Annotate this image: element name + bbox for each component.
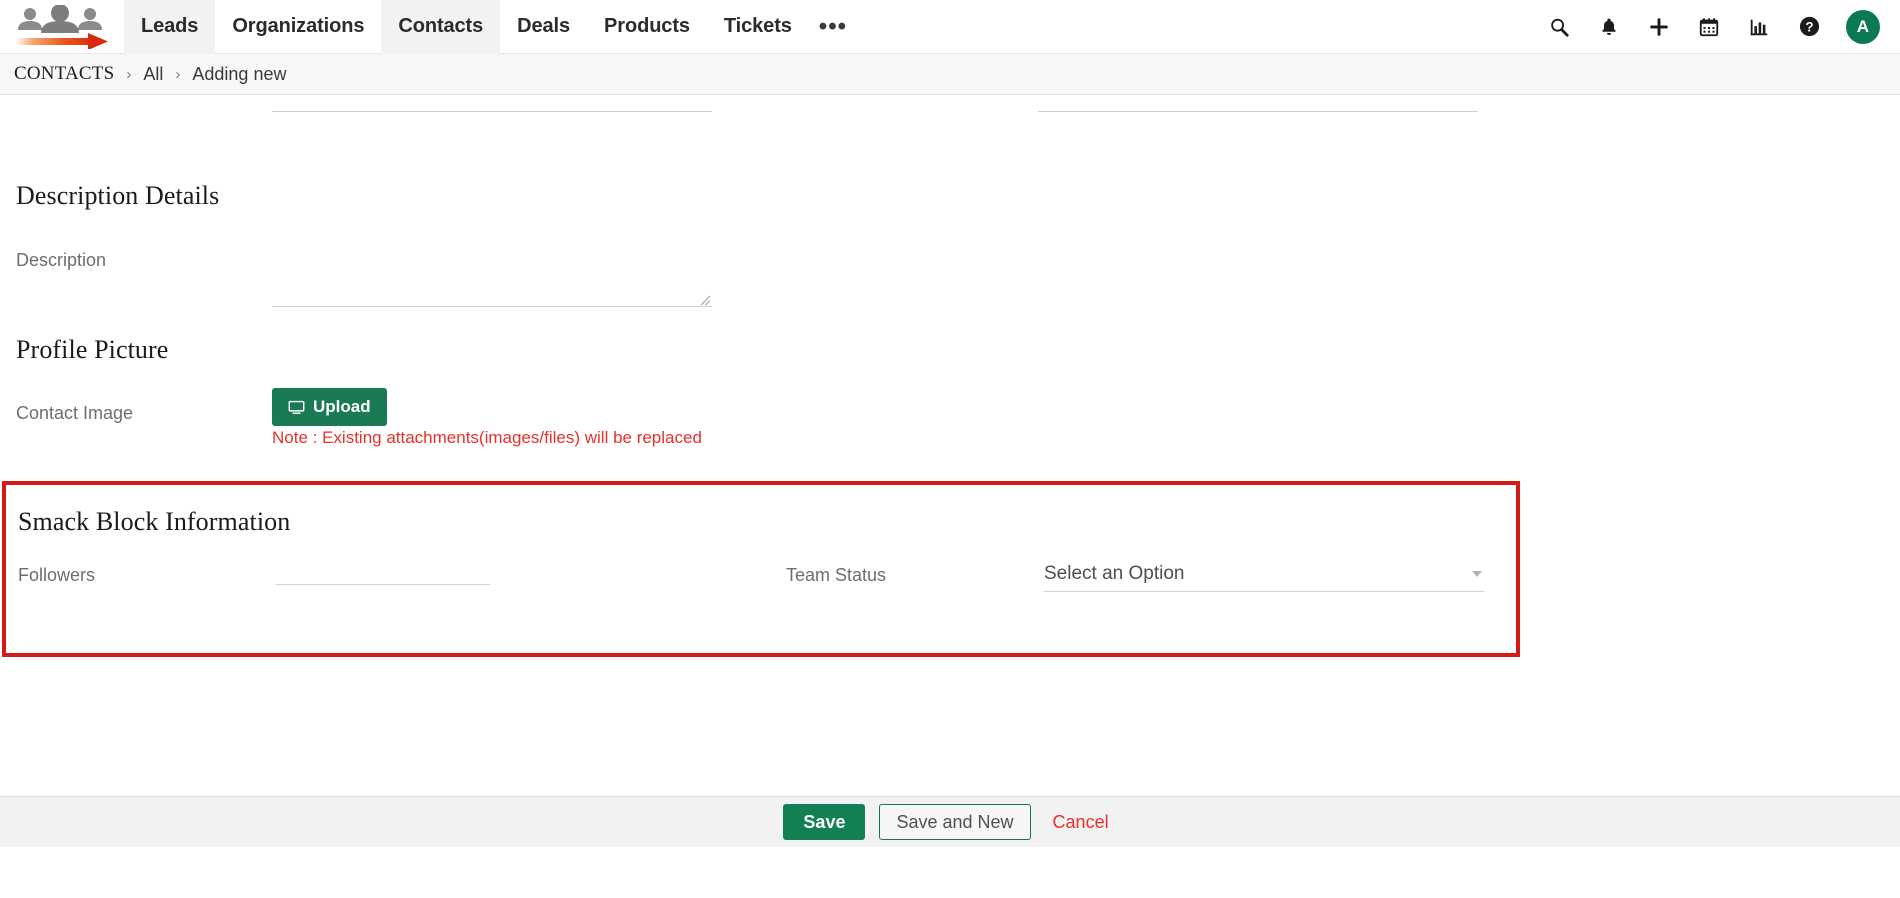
team-status-select[interactable]: Select an Option [1044,563,1484,592]
followers-label: Followers [18,565,96,585]
nav-more-icon[interactable]: ••• [809,0,857,54]
bell-icon[interactable] [1596,14,1622,40]
nav-more-label: ••• [818,12,848,40]
team-status-label: Team Status [786,565,887,585]
nav-item-leads[interactable]: Leads [124,0,216,54]
textarea-resize-grip[interactable] [700,295,711,306]
plus-icon[interactable] [1646,14,1672,40]
attachment-note: Note : Existing attachments(images/files… [272,428,702,447]
chevron-down-icon [1472,571,1482,577]
avatar[interactable]: A [1846,9,1880,44]
nav-item-label: Leads [141,15,199,37]
top-navigation-bar: Leads Organizations Contacts Deals Produ… [0,0,1900,54]
nav-item-label: Deals [517,15,571,37]
nav-item-label: Contacts [398,15,484,37]
breadcrumb-root[interactable]: CONTACTS [14,63,114,85]
breadcrumb-item-current: Adding new [192,63,287,84]
primary-nav: Leads Organizations Contacts Deals Produ… [124,0,857,54]
calendar-icon[interactable] [1696,14,1722,40]
avatar-initial: A [1856,16,1870,36]
breadcrumb-item-all[interactable]: All [143,64,163,85]
nav-item-contacts[interactable]: Contacts [381,0,501,54]
nav-item-deals[interactable]: Deals [500,0,587,54]
upload-button[interactable]: Upload [272,388,387,426]
nav-item-products[interactable]: Products [587,0,707,54]
section-title-description-details: Description Details [16,181,220,210]
followers-input[interactable] [276,557,490,585]
help-icon[interactable]: ? [1796,14,1822,40]
smack-block-information-section: Smack Block Information Followers Team S… [2,481,1520,657]
cut-off-right-input[interactable] [1038,111,1478,112]
contact-form: Description Details Description Profile … [0,95,1900,847]
save-button[interactable]: Save [783,804,866,840]
nav-item-tickets[interactable]: Tickets [707,0,809,54]
cancel-button[interactable]: Cancel [1045,812,1117,833]
search-icon[interactable] [1546,14,1572,40]
nav-item-label: Tickets [723,15,792,37]
nav-item-label: Products [604,15,690,37]
nav-item-label: Organizations [232,15,365,37]
app-logo[interactable] [8,4,112,49]
breadcrumb: CONTACTS › All › Adding new [0,54,1900,95]
chevron-right-icon: › [126,65,132,83]
save-and-new-button[interactable]: Save and New [879,804,1031,840]
svg-text:?: ? [1805,19,1813,34]
description-label: Description [16,250,107,270]
form-footer-actions: Save Save and New Cancel [0,796,1900,847]
team-status-selected-value: Select an Option [1044,563,1185,584]
description-textarea[interactable] [272,215,712,307]
bar-chart-icon[interactable] [1746,14,1772,40]
nav-item-organizations[interactable]: Organizations [215,0,381,54]
nav-right-actions: ? A [1546,9,1900,44]
contact-image-label: Contact Image [16,403,134,423]
cut-off-left-input[interactable] [272,111,712,112]
upload-button-label: Upload [313,397,371,416]
monitor-icon [288,400,305,415]
section-title-smack-block-information: Smack Block Information [18,507,291,536]
section-title-profile-picture: Profile Picture [16,335,169,364]
chevron-right-icon: › [175,65,181,83]
